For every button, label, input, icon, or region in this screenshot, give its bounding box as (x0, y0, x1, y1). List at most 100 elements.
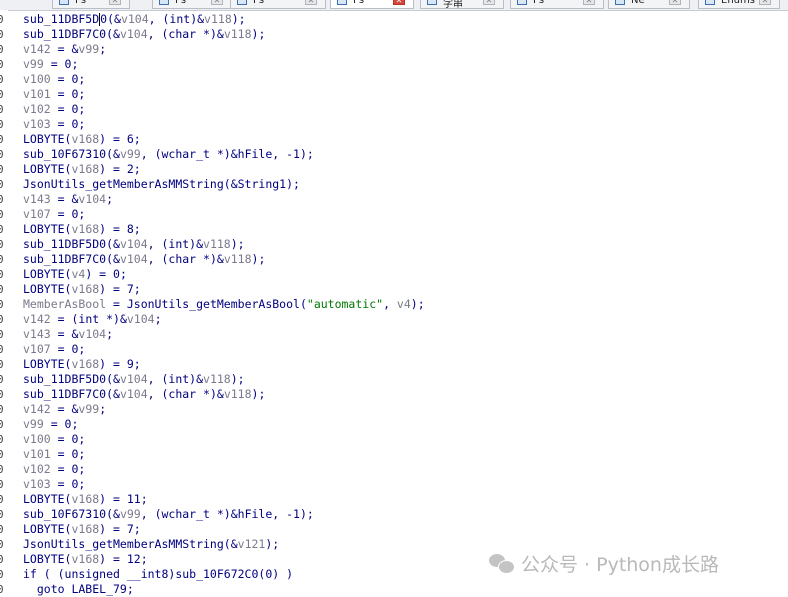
tab-1[interactable]: Ps ✕ (52, 0, 130, 9)
line-marker: 0 (0, 343, 4, 356)
code-line[interactable]: 0 LOBYTE(v168) = 11; (0, 492, 788, 507)
code-text: v142 = &v99; (23, 402, 106, 417)
code-line[interactable]: 0 v100 = 0; (0, 72, 788, 87)
code-line[interactable]: 0 LOBYTE(v168) = 2; (0, 162, 788, 177)
code-line[interactable]: 0 LOBYTE(v168) = 7; (0, 522, 788, 537)
close-icon[interactable]: ✕ (305, 0, 317, 5)
variable-token: v107 (23, 342, 51, 356)
code-token: ; (106, 192, 114, 206)
code-token: ); (230, 372, 245, 386)
tab-2[interactable]: Ps ✕ (152, 0, 232, 9)
tab-7[interactable]: Ne ✕ (608, 0, 690, 9)
code-line[interactable]: 0 LOBYTE(v4) = 0; (0, 267, 788, 282)
close-icon[interactable]: ✕ (759, 0, 771, 5)
variable-token: v104 (126, 312, 155, 326)
code-line[interactable]: 0 sub_11DBF5D0(&v104, (int)&v118); (0, 372, 788, 387)
code-line[interactable]: 0 v103 = 0; (0, 117, 788, 132)
variable-token: v118 (204, 12, 232, 26)
tab-label: Ps (353, 0, 365, 6)
close-icon[interactable]: ✕ (109, 0, 121, 5)
code-line[interactable]: 0 sub_11DBF7C0(&v104, (char *)&v118); (0, 252, 788, 267)
close-icon[interactable]: ✕ (211, 0, 223, 5)
code-token: ; (99, 402, 107, 416)
variable-token: v142 (23, 402, 51, 416)
code-token: sub_11DBF7C0(& (23, 252, 120, 266)
code-token: ; (99, 42, 107, 56)
code-line[interactable]: 0 LOBYTE(v168) = 6; (0, 132, 788, 147)
code-text: v143 = &v104; (23, 327, 113, 342)
close-icon[interactable]: ✕ (483, 0, 495, 5)
variable-token: v104 (78, 327, 107, 341)
code-text: LOBYTE(v168) = 8; (23, 222, 141, 237)
variable-token: v118 (223, 27, 252, 41)
pseudocode-tab-icon (615, 0, 625, 5)
variable-token: v104 (119, 387, 148, 401)
code-line[interactable]: 0 v101 = 0; (0, 447, 788, 462)
code-token: = 0; (50, 477, 86, 491)
line-marker: 0 (0, 178, 4, 191)
pseudocode-tab-icon (237, 0, 247, 5)
code-line[interactable]: 0 v107 = 0; (0, 342, 788, 357)
variable-token: v142 (23, 42, 51, 56)
code-line[interactable]: 0 sub_11DBF7C0(&v104, (char *)&v118); (0, 387, 788, 402)
variable-token: v101 (23, 87, 51, 101)
code-line[interactable]: 0 v103 = 0; (0, 477, 788, 492)
code-text: LOBYTE(v168) = 2; (23, 162, 141, 177)
code-line[interactable]: 0 v107 = 0; (0, 207, 788, 222)
code-line[interactable]: 0 sub_11DBF7C0(&v104, (char *)&v118); (0, 27, 788, 42)
code-line[interactable]: 0 v100 = 0; (0, 432, 788, 447)
line-marker: 0 (0, 208, 4, 221)
variable-token: v118 (223, 387, 252, 401)
code-text: v142 = (int *)&v104; (23, 312, 162, 327)
code-token: = & (50, 402, 79, 416)
line-marker: 0 (0, 538, 4, 551)
tab-label: 字串 (443, 0, 463, 10)
close-icon[interactable]: ✕ (669, 0, 681, 5)
code-line[interactable]: 0 v142 = &v99; (0, 42, 788, 57)
code-line[interactable]: 0 v102 = 0; (0, 102, 788, 117)
code-token: = & (50, 42, 79, 56)
code-text: sub_11DBF7C0(&v104, (char *)&v118); (23, 27, 265, 42)
code-line[interactable]: 0 LOBYTE(v168) = 8; (0, 222, 788, 237)
code-token: = 0; (50, 87, 86, 101)
code-line[interactable]: 0 sub_11DBF5D0(&v104, (int)&v118); (0, 237, 788, 252)
variable-token: v168 (71, 492, 100, 506)
line-marker: 0 (0, 253, 4, 266)
code-token: goto LABEL_79; (23, 582, 134, 596)
code-text: v101 = 0; (23, 447, 85, 462)
close-icon[interactable]: ✕ (583, 0, 595, 5)
code-line[interactable]: 0 LOBYTE(v168) = 9; (0, 357, 788, 372)
code-text: sub_11DBF5D0(&v104, (int)&v118); (23, 372, 245, 387)
line-marker: 0 (0, 373, 4, 386)
variable-token: v143 (23, 327, 51, 341)
code-token: LOBYTE( (23, 282, 72, 296)
code-line[interactable]: 0 LOBYTE(v168) = 7; (0, 282, 788, 297)
tab-6[interactable]: Ps ✕ (510, 0, 604, 9)
code-line[interactable]: 0 v143 = &v104; (0, 327, 788, 342)
code-line[interactable]: 0 v142 = (int *)&v104; (0, 312, 788, 327)
code-line[interactable]: 0 v143 = &v104; (0, 192, 788, 207)
code-line[interactable]: 0 v99 = 0; (0, 57, 788, 72)
code-token: ); (251, 27, 266, 41)
code-line[interactable]: 0 v142 = &v99; (0, 402, 788, 417)
variable-token: v168 (71, 222, 100, 236)
code-line[interactable]: 0 JsonUtils_getMemberAsMMString(&String1)… (0, 177, 788, 192)
code-line[interactable]: 0 v99 = 0; (0, 417, 788, 432)
code-token: = 0; (50, 342, 86, 356)
pseudocode-view[interactable]: 0 sub_11DBF5D0(&v104, (int)&v118); 0 sub_11… (0, 12, 788, 597)
tab-4[interactable]: Ps ✕ (330, 0, 414, 9)
line-marker: 0 (0, 508, 4, 521)
code-token: ) = 7; (99, 282, 141, 296)
code-line[interactable]: 0 sub_10F67310(&v99, (wchar_t *)&hFile, -… (0, 147, 788, 162)
code-line[interactable]: 0 v101 = 0; (0, 87, 788, 102)
line-marker: 0 (0, 553, 4, 566)
code-text: v99 = 0; (23, 417, 78, 432)
close-icon[interactable]: ✕ (393, 0, 405, 5)
code-line[interactable]: 0 sub_11DBF5D0(&v104, (int)&v118); (0, 12, 788, 27)
tab-5[interactable]: 字串 ✕ (420, 0, 504, 10)
code-line[interactable]: 0 sub_10F67310(&v99, (wchar_t *)&hFile, -… (0, 507, 788, 522)
code-line[interactable]: 0 v102 = 0; (0, 462, 788, 477)
tab-3[interactable]: Ps ✕ (230, 0, 326, 9)
code-line[interactable]: 0 MemberAsBool = JsonUtils_getMemberAsBoo… (0, 297, 788, 312)
tab-8[interactable]: Enums ✕ (698, 0, 780, 9)
